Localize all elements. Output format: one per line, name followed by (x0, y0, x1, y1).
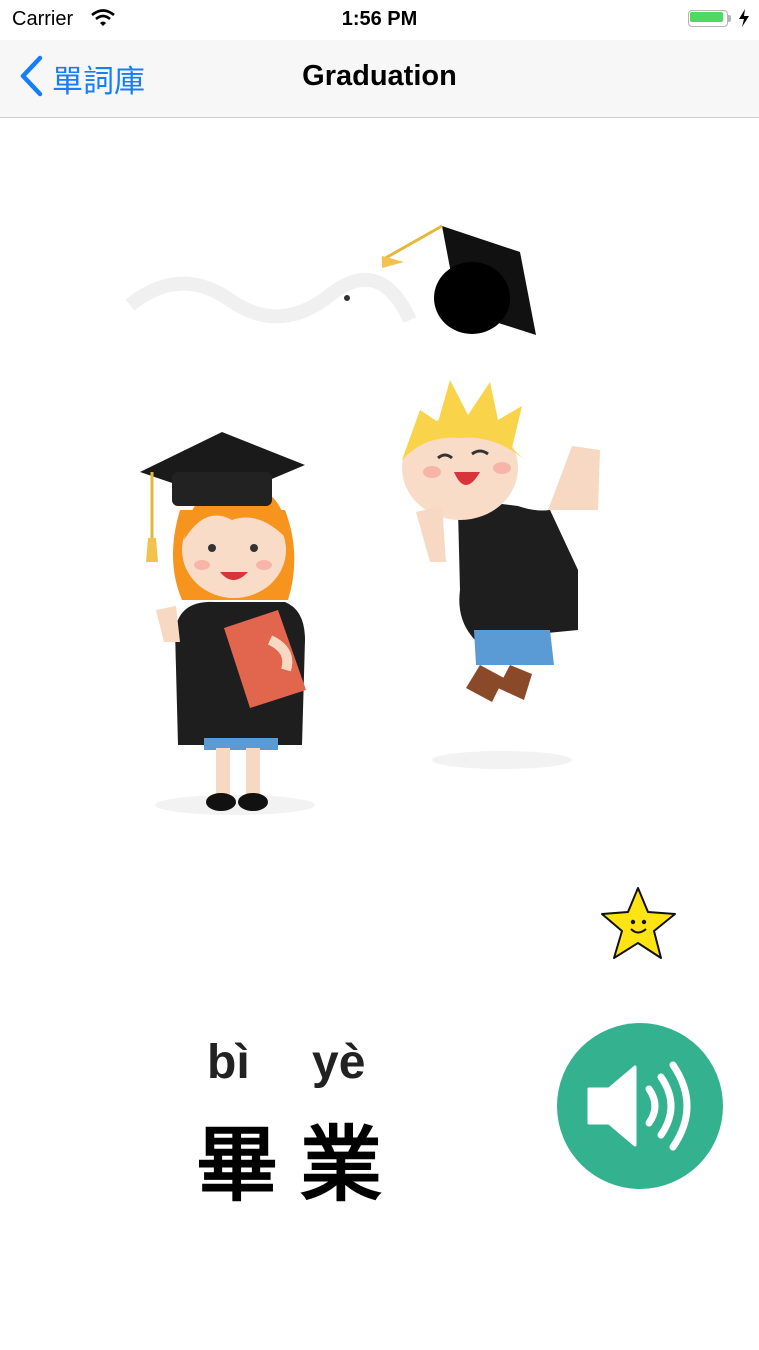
pinyin-syllable-1: bì (207, 1036, 250, 1089)
pinyin-syllable-2: yè (312, 1036, 366, 1089)
chinese-word: 畢業 (196, 1118, 405, 1213)
status-time: 1:56 PM (341, 8, 418, 30)
speaker-icon (587, 1061, 691, 1151)
graduation-illustration (120, 210, 640, 830)
star-icon (601, 887, 676, 959)
favorite-star-button[interactable] (600, 884, 680, 964)
girl-graduate-icon (140, 432, 306, 811)
navigation-bar: 單詞庫 Graduation (0, 40, 759, 118)
page-title: Graduation (302, 60, 457, 92)
status-bar: Carrier 1:56 PM (0, 0, 759, 40)
play-sound-button[interactable] (557, 1023, 723, 1189)
battery-icon (688, 10, 731, 27)
boy-graduate-icon (402, 380, 600, 702)
charging-icon (738, 8, 750, 33)
